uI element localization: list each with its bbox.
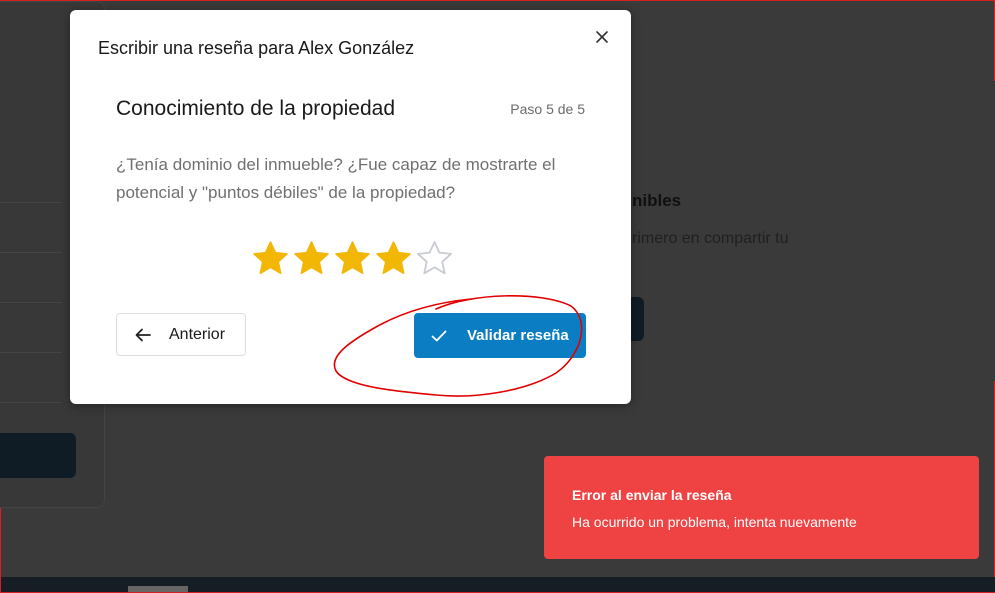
background-field	[0, 212, 62, 253]
background-field	[0, 312, 62, 353]
step-question: ¿Tenía dominio del inmueble? ¿Fue capaz …	[116, 155, 556, 202]
background-heading: nibles	[632, 191, 682, 210]
step-title: Conocimiento de la propiedad	[116, 97, 396, 120]
validate-review-button[interactable]: Validar reseña	[414, 313, 586, 358]
step-counter: Paso 5 de 5	[510, 101, 585, 117]
background-field	[0, 362, 62, 403]
background-footer-tab	[128, 586, 188, 592]
close-button[interactable]	[591, 26, 613, 48]
star-filled-icon[interactable]	[293, 240, 330, 277]
star-empty-icon[interactable]	[416, 240, 453, 277]
modal-title: Escribir una reseña para Alex González	[98, 38, 415, 58]
background-text: rimero en compartir tu	[632, 230, 789, 247]
star-filled-icon[interactable]	[252, 240, 289, 277]
star-rating[interactable]	[252, 240, 453, 277]
previous-button[interactable]: Anterior	[116, 313, 246, 356]
background-field	[0, 162, 62, 203]
background-field	[0, 262, 62, 303]
arrow-left-icon	[135, 326, 153, 344]
check-icon	[431, 327, 449, 345]
error-toast[interactable]: Error al enviar la reseña Ha ocurrido un…	[544, 456, 979, 559]
validate-review-button-label: Validar reseña	[467, 327, 569, 344]
toast-title: Error al enviar la reseña	[572, 487, 732, 503]
toast-message: Ha ocurrido un problema, intenta nuevame…	[572, 514, 857, 530]
star-filled-icon[interactable]	[334, 240, 371, 277]
review-modal: Escribir una reseña para Alex González C…	[70, 10, 631, 404]
background-button	[0, 433, 76, 478]
star-filled-icon[interactable]	[375, 240, 412, 277]
previous-button-label: Anterior	[169, 325, 226, 343]
close-icon	[596, 31, 608, 43]
